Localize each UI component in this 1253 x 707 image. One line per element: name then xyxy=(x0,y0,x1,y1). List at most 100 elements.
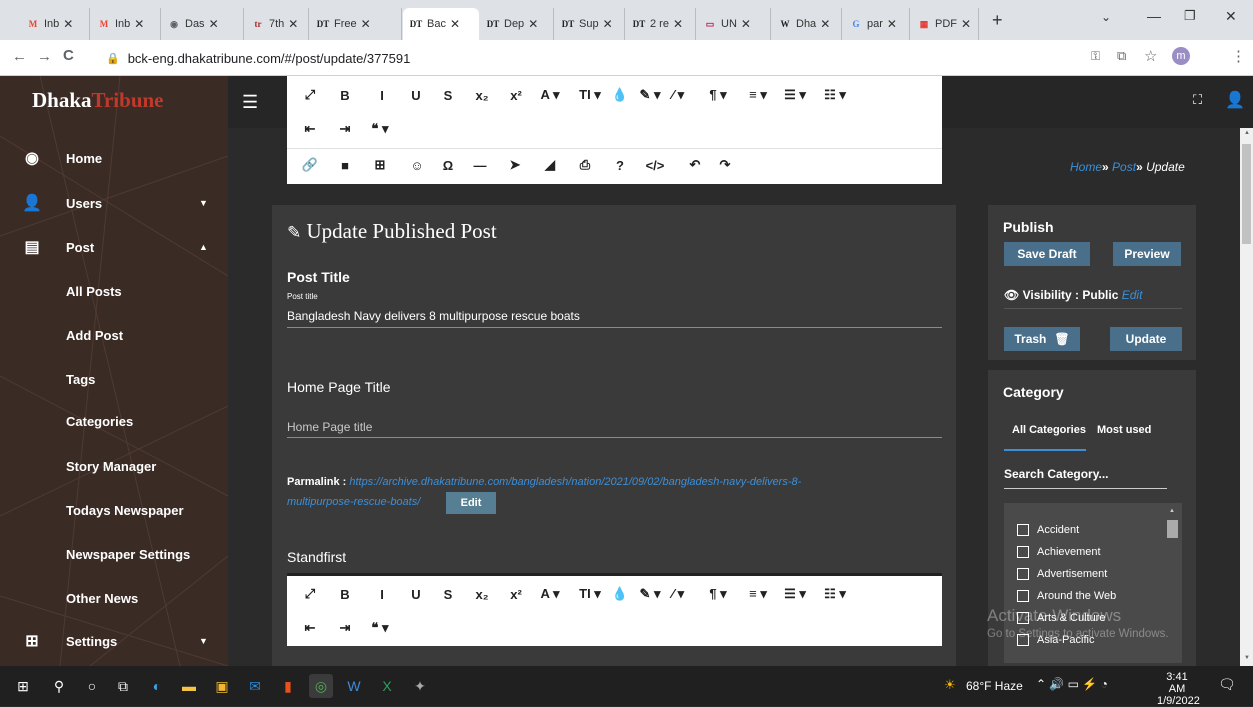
toolbar-format-button-14[interactable]: ☰ ▾ xyxy=(782,80,808,110)
standfirst-format-button-9[interactable]: 💧 xyxy=(607,579,633,609)
standfirst-format-button-8[interactable]: TI ▾ xyxy=(577,579,603,609)
category-checkbox[interactable] xyxy=(1017,568,1029,580)
standfirst-format-button-13[interactable]: ≡ ▾ xyxy=(745,579,771,609)
toolbar-format-button-15[interactable]: ☷ ▾ xyxy=(822,80,848,110)
tab-close-icon[interactable]: ✕ xyxy=(528,17,538,31)
minimize-button[interactable]: — xyxy=(1147,8,1161,24)
clock[interactable]: 3:41 AM 1/9/2022 xyxy=(1157,671,1200,707)
word-icon[interactable]: W xyxy=(342,674,366,698)
toolbar-format-button-0[interactable]: ⤢ xyxy=(297,80,323,110)
url-field[interactable]: 🔒 bck-eng.dhakatribune.com/#/post/update… xyxy=(106,46,1116,70)
forward-button[interactable]: → xyxy=(37,48,52,65)
file-explorer-icon[interactable]: ▬ xyxy=(177,674,201,698)
tab-close-icon[interactable]: ✕ xyxy=(887,17,897,31)
sidebar-item-add-post[interactable]: Add Post xyxy=(0,315,228,355)
toolbar-indent-button-2[interactable]: ❝ ▾ xyxy=(367,114,393,144)
tab-close-icon[interactable]: ✕ xyxy=(450,17,460,31)
update-button[interactable]: Update xyxy=(1110,327,1182,351)
star-icon[interactable]: ☆ xyxy=(1144,47,1157,65)
task-view-icon[interactable]: ⧉ xyxy=(111,674,135,698)
standfirst-format-button-15[interactable]: ☷ ▾ xyxy=(822,579,848,609)
toolbar-insert-button-7[interactable]: ◢ xyxy=(537,150,563,180)
toolbar-insert-button-8[interactable]: ⎙ xyxy=(572,150,598,180)
trash-button[interactable]: Trash 🗑 xyxy=(1004,327,1080,351)
sidebar-item-settings[interactable]: ⊞ Settings ▼ xyxy=(0,621,228,661)
post-title-input[interactable]: Bangladesh Navy delivers 8 multipurpose … xyxy=(287,309,942,323)
browser-tab[interactable]: DT 2 re ✕ xyxy=(626,8,696,40)
browser-tab[interactable]: DT Bac ✕ xyxy=(403,8,479,40)
standfirst-format-button-2[interactable]: I xyxy=(369,579,395,609)
sidebar-item-all-posts[interactable]: All Posts xyxy=(0,271,228,311)
back-button[interactable]: ← xyxy=(12,48,27,65)
sidebar-item-home[interactable]: ◉ Home xyxy=(0,138,228,178)
chrome-icon[interactable]: ◎ xyxy=(309,674,333,698)
toolbar-format-button-3[interactable]: U xyxy=(403,80,429,110)
toolbar-insert-button-1[interactable]: ■ xyxy=(332,150,358,180)
toolbar-format-button-6[interactable]: x² xyxy=(503,80,529,110)
sidebar-item-users[interactable]: 👤 Users ▼ xyxy=(0,183,228,223)
tab-close-icon[interactable]: ✕ xyxy=(673,17,683,31)
share-icon[interactable]: ⧉ xyxy=(1117,48,1126,64)
category-checkbox[interactable] xyxy=(1017,524,1029,536)
browser-tab[interactable]: DT Free ✕ xyxy=(310,8,402,40)
toolbar-format-button-12[interactable]: ¶ ▾ xyxy=(705,80,731,110)
sidebar-item-tags[interactable]: Tags xyxy=(0,359,228,399)
toolbar-insert-button-2[interactable]: ⊞ xyxy=(367,150,393,180)
excel-icon[interactable]: X xyxy=(375,674,399,698)
weather-text[interactable]: 68°F Haze xyxy=(966,679,1023,693)
standfirst-format-button-1[interactable]: B xyxy=(332,579,358,609)
toolbar-format-button-7[interactable]: A ▾ xyxy=(537,80,563,110)
dhaka-tribune-logo[interactable]: DhakaTribune xyxy=(32,88,164,113)
sidebar-item-story-manager[interactable]: Story Manager xyxy=(0,446,228,486)
toolbar-insert-button-12[interactable]: ↷ xyxy=(712,150,738,180)
standfirst-format-button-10[interactable]: ✎ ▾ xyxy=(637,579,663,609)
tab-all-categories[interactable]: All Categories xyxy=(1012,424,1086,436)
hamburger-menu-icon[interactable]: ☰ xyxy=(242,92,258,113)
profile-avatar[interactable]: m xyxy=(1172,47,1190,65)
browser-tab[interactable]: M Inb ✕ xyxy=(91,8,161,40)
store-icon[interactable]: ▣ xyxy=(210,674,234,698)
app-icon[interactable]: ✦ xyxy=(408,674,432,698)
windows-start-icon[interactable]: ⊞ xyxy=(11,674,35,698)
sidebar-item-other-news[interactable]: Other News xyxy=(0,578,228,618)
close-window-button[interactable]: ✕ xyxy=(1225,8,1237,25)
tab-close-icon[interactable]: ✕ xyxy=(63,17,73,31)
sidebar-item-todays-newspaper[interactable]: Todays Newspaper xyxy=(0,490,228,530)
standfirst-format-button-11[interactable]: ⁄ ▾ xyxy=(665,579,691,609)
sidebar-item-newspaper-settings[interactable]: Newspaper Settings xyxy=(0,534,228,574)
toolbar-format-button-5[interactable]: x₂ xyxy=(469,80,495,110)
toolbar-format-button-11[interactable]: ⁄ ▾ xyxy=(665,80,691,110)
toolbar-format-button-9[interactable]: 💧 xyxy=(607,80,633,110)
browser-tab[interactable]: ▦ PDF ✕ xyxy=(911,8,979,40)
notification-icon[interactable]: 🗨 xyxy=(1218,676,1236,693)
category-item[interactable]: Achievement xyxy=(1017,542,1101,562)
breadcrumb-post[interactable]: Post xyxy=(1112,160,1136,174)
toolbar-insert-button-11[interactable]: ↶ xyxy=(682,150,708,180)
user-account-icon[interactable]: 👤 xyxy=(1225,90,1245,110)
reload-button[interactable]: C xyxy=(63,47,74,64)
browser-tab[interactable]: ▭ UN ✕ xyxy=(697,8,771,40)
tab-close-icon[interactable]: ✕ xyxy=(288,17,298,31)
standfirst-indent-button-0[interactable]: ⇤ xyxy=(297,613,323,643)
page-scrollbar[interactable]: ▲ ▼ xyxy=(1240,128,1253,666)
tab-close-icon[interactable]: ✕ xyxy=(209,17,219,31)
standfirst-indent-button-2[interactable]: ❝ ▾ xyxy=(367,613,393,643)
standfirst-format-button-14[interactable]: ☰ ▾ xyxy=(782,579,808,609)
toolbar-insert-button-4[interactable]: Ω xyxy=(435,150,461,180)
toolbar-format-button-1[interactable]: B xyxy=(332,80,358,110)
category-checkbox[interactable] xyxy=(1017,590,1029,602)
toolbar-insert-button-0[interactable]: 🔗 xyxy=(297,150,323,180)
fullscreen-icon[interactable]: ⛶ xyxy=(1193,92,1202,108)
tab-close-icon[interactable]: ✕ xyxy=(961,17,971,31)
toolbar-format-button-13[interactable]: ≡ ▾ xyxy=(745,80,771,110)
browser-tab[interactable]: tr 7th ✕ xyxy=(245,8,309,40)
permalink-url[interactable]: https://archive.dhakatribune.com/banglad… xyxy=(349,476,801,488)
category-checkbox[interactable] xyxy=(1017,546,1029,558)
browser-tab[interactable]: ◉ Das ✕ xyxy=(161,8,244,40)
search-icon[interactable]: ⚲ xyxy=(47,674,71,698)
permalink-url-line2[interactable]: multipurpose-rescue-boats/ xyxy=(287,496,420,508)
preview-button[interactable]: Preview xyxy=(1113,242,1181,266)
sidebar-item-post[interactable]: ▤ Post ▲ xyxy=(0,227,228,267)
standfirst-format-button-7[interactable]: A ▾ xyxy=(537,579,563,609)
category-item[interactable]: Advertisement xyxy=(1017,564,1107,584)
